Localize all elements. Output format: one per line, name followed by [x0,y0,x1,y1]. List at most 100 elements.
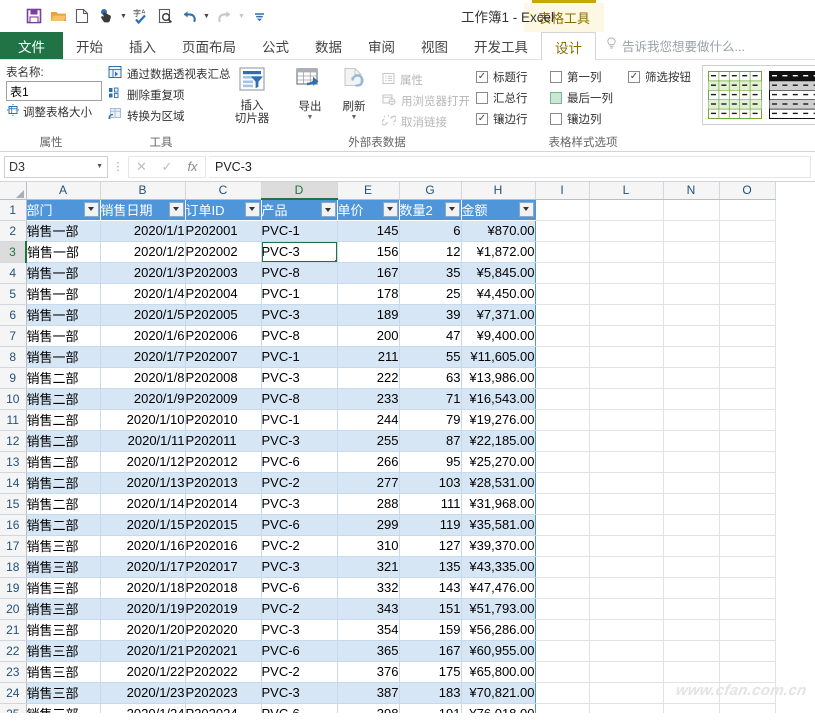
resize-table-button[interactable]: 调整表格大小 [4,103,102,120]
empty-cell[interactable] [663,514,720,536]
empty-cell[interactable] [719,577,776,599]
row-header-14[interactable]: 14 [0,472,27,494]
table-cell[interactable]: 2020/1/21 [100,640,186,662]
table-cell[interactable]: PVC-6 [261,703,338,713]
table-cell[interactable]: 2020/1/9 [100,388,186,410]
empty-cell[interactable] [535,682,590,704]
row-header-11[interactable]: 11 [0,409,27,431]
table-cell[interactable]: 167 [337,262,400,284]
empty-cell[interactable] [719,682,776,704]
row-header-13[interactable]: 13 [0,451,27,473]
empty-cell[interactable] [535,430,590,452]
table-cell[interactable]: ¥60,955.00 [461,640,536,662]
table-cell[interactable]: 2020/1/8 [100,367,186,389]
empty-cell[interactable] [719,346,776,368]
empty-cell[interactable] [535,262,590,284]
table-column-header[interactable]: 单价 [337,199,400,221]
table-cell[interactable]: PVC-8 [261,262,338,284]
empty-cell[interactable] [589,598,664,620]
table-cell[interactable]: PVC-3 [261,556,338,578]
table-cell[interactable]: P202012 [185,451,262,473]
table-cell[interactable]: 2020/1/23 [100,682,186,704]
empty-cell[interactable] [663,367,720,389]
empty-cell[interactable] [535,577,590,599]
table-cell[interactable]: P202019 [185,598,262,620]
table-cell[interactable]: 387 [337,682,400,704]
row-header-5[interactable]: 5 [0,283,27,305]
tell-me-box[interactable]: 告诉我您想要做什么... [606,32,745,59]
empty-cell[interactable] [663,472,720,494]
empty-cell[interactable] [719,661,776,683]
convert-to-range-button[interactable]: 转换为区域 [108,105,220,126]
table-cell[interactable]: 156 [337,241,400,263]
table-cell[interactable]: P202015 [185,514,262,536]
empty-cell[interactable] [663,493,720,515]
insert-function-icon[interactable]: fx [180,155,206,178]
table-cell[interactable]: ¥51,793.00 [461,598,536,620]
row-header-8[interactable]: 8 [0,346,27,368]
row-header-2[interactable]: 2 [0,220,27,242]
empty-cell[interactable] [589,619,664,641]
table-cell[interactable]: PVC-6 [261,514,338,536]
empty-cell[interactable] [719,472,776,494]
table-cell[interactable]: 2020/1/19 [100,598,186,620]
table-cell[interactable]: 2020/1/16 [100,535,186,557]
table-cell[interactable]: 175 [399,661,462,683]
table-cell[interactable]: 销售一部 [25,325,101,347]
empty-cell[interactable] [535,619,590,641]
table-cell[interactable]: 2020/1/12 [100,451,186,473]
table-cell[interactable]: 95 [399,451,462,473]
column-header-A[interactable]: A [26,182,101,200]
table-cell[interactable]: P202011 [185,430,262,452]
table-cell[interactable]: ¥70,821.00 [461,682,536,704]
table-cell[interactable]: 销售一部 [25,346,101,368]
column-header-L[interactable]: L [589,182,664,200]
table-cell[interactable]: ¥16,543.00 [461,388,536,410]
empty-cell[interactable] [589,409,664,431]
table-cell[interactable]: 119 [399,514,462,536]
table-cell[interactable]: 销售三部 [25,619,101,641]
table-cell[interactable]: PVC-2 [261,472,338,494]
name-box[interactable]: D3 ▼ [4,155,108,178]
table-cell[interactable]: ¥56,286.00 [461,619,536,641]
row-header-9[interactable]: 9 [0,367,27,389]
table-cell[interactable]: 321 [337,556,400,578]
table-cell[interactable]: 2020/1/4 [100,283,186,305]
table-cell[interactable]: P202024 [185,703,262,713]
table-cell[interactable]: P202005 [185,304,262,326]
empty-cell[interactable] [589,577,664,599]
empty-cell[interactable] [663,619,720,641]
empty-cell[interactable] [663,535,720,557]
table-cell[interactable]: ¥870.00 [461,220,536,242]
table-cell[interactable]: PVC-3 [261,304,338,326]
table-cell[interactable]: 299 [337,514,400,536]
empty-cell[interactable] [589,556,664,578]
table-cell[interactable]: ¥11,605.00 [461,346,536,368]
table-cell[interactable]: P202021 [185,640,262,662]
row-header-7[interactable]: 7 [0,325,27,347]
row-header-16[interactable]: 16 [0,514,27,536]
table-cell[interactable]: 销售一部 [25,304,101,326]
row-header-4[interactable]: 4 [0,262,27,284]
table-cell[interactable]: 191 [399,703,462,713]
empty-cell[interactable] [719,430,776,452]
table-cell[interactable]: 2020/1/24 [100,703,186,713]
table-cell[interactable]: 159 [399,619,462,641]
column-header-C[interactable]: C [185,182,262,200]
empty-cell[interactable] [535,703,590,713]
table-cell[interactable]: ¥43,335.00 [461,556,536,578]
table-cell[interactable]: P202001 [185,220,262,242]
table-cell[interactable]: ¥5,845.00 [461,262,536,284]
empty-cell[interactable] [589,640,664,662]
table-cell[interactable]: PVC-6 [261,451,338,473]
empty-cell[interactable] [663,598,720,620]
table-cell[interactable]: P202008 [185,367,262,389]
table-cell[interactable]: PVC-3 [261,493,338,515]
option-banded-rows[interactable]: 镶边行 [476,111,550,127]
empty-cell[interactable] [663,409,720,431]
empty-cell[interactable] [663,241,720,263]
empty-cell[interactable] [535,283,590,305]
empty-cell[interactable] [663,640,720,662]
empty-cell[interactable] [589,514,664,536]
table-cell[interactable]: 2020/1/20 [100,619,186,641]
